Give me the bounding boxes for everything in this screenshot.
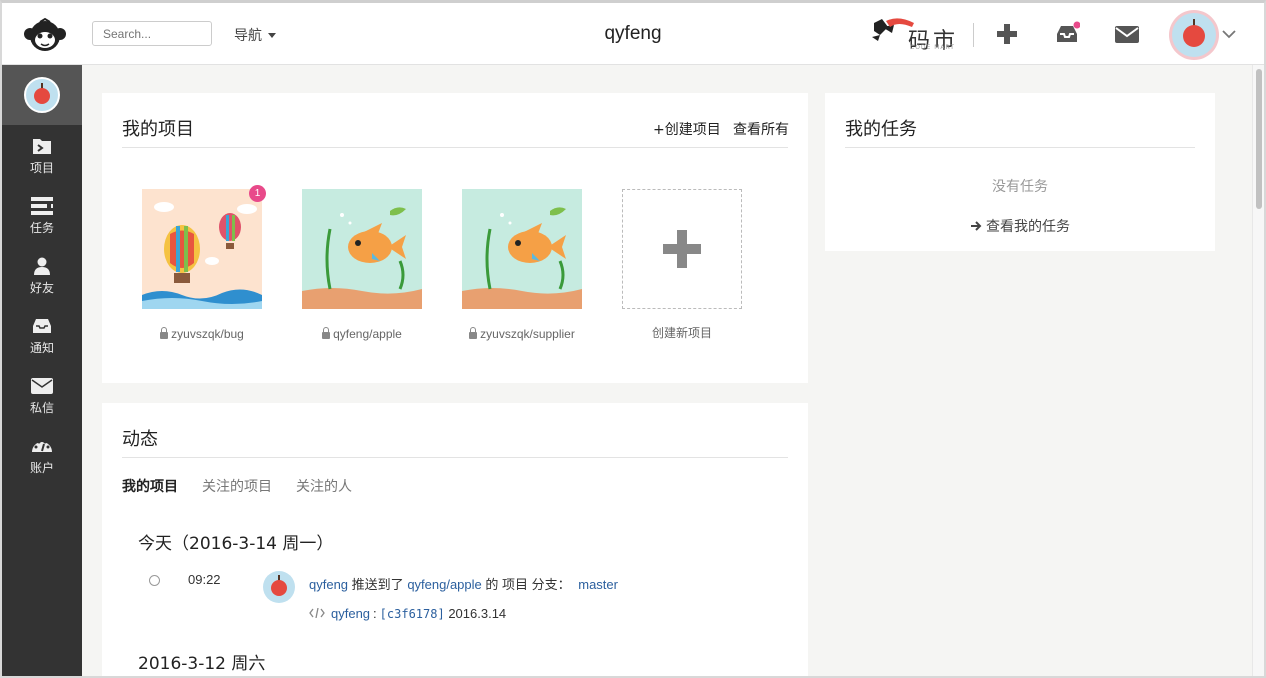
task-icon <box>31 197 53 215</box>
project-name[interactable]: zyuvszqk/supplier <box>442 327 602 341</box>
activity-date-heading: 2016-3-12 周六 <box>138 654 266 674</box>
sidebar-item-tasks[interactable]: 任务 <box>2 197 82 255</box>
sidebar-item-label: 好友 <box>29 281 54 295</box>
nav-dropdown-label: 导航 <box>234 28 262 44</box>
my-tasks-panel: 我的任务 没有任务 查看我的任务 <box>825 93 1215 251</box>
mail-icon[interactable] <box>1114 21 1140 47</box>
sidebar: 项目 任务 好友 通知 私信 账户 <box>2 65 82 676</box>
activity-panel: 动态 我的项目 关注的项目 关注的人 今天（2016-3-14 周一） 09:2… <box>102 403 808 676</box>
brand-subtitle: CODE MART <box>910 44 955 51</box>
sidebar-avatar[interactable] <box>24 77 60 113</box>
divider <box>122 147 788 148</box>
sidebar-item-messages[interactable]: 私信 <box>2 377 82 435</box>
page-scrollbar[interactable] <box>1252 65 1264 676</box>
divider <box>122 457 788 458</box>
activity-time: 09:22 <box>188 572 221 587</box>
project-name[interactable]: zyuvszqk/bug <box>122 327 282 341</box>
sidebar-item-notifications[interactable]: 通知 <box>2 317 82 375</box>
commit-hash-link[interactable]: [c3f6178] <box>380 607 445 621</box>
view-my-tasks-link[interactable]: 查看我的任务 <box>825 216 1215 236</box>
view-all-link[interactable]: 查看所有 <box>733 119 789 139</box>
code-icon <box>309 607 325 619</box>
project-name[interactable]: qyfeng/apple <box>282 327 442 341</box>
user-link[interactable]: qyfeng <box>309 577 348 592</box>
lock-icon <box>160 327 169 339</box>
project-tile-apple[interactable] <box>302 189 422 309</box>
tab-my-projects[interactable]: 我的项目 <box>122 476 178 496</box>
create-new-project-label[interactable]: 创建新项目 <box>602 324 762 341</box>
my-projects-panel: 我的项目 +创建项目 查看所有 1 zyuvszqk/bug qyfeng/ap… <box>102 93 808 383</box>
activity-description: qyfeng 推送到了 qyfeng/apple 的 项目 分支： master <box>309 577 618 592</box>
caret-down-icon <box>268 33 276 38</box>
create-project-link[interactable]: +创建项目 <box>653 119 721 139</box>
plus-icon <box>663 230 701 268</box>
tab-followed-people[interactable]: 关注的人 <box>296 476 352 496</box>
scrollbar-thumb[interactable] <box>1256 69 1262 209</box>
projects-title: 我的项目 <box>122 119 194 140</box>
arrow-right-icon <box>971 221 982 231</box>
sidebar-item-projects[interactable]: 项目 <box>2 137 82 195</box>
fish-image <box>302 189 422 309</box>
tasks-title: 我的任务 <box>845 119 917 140</box>
sidebar-item-label: 项目 <box>29 161 54 175</box>
divider <box>973 23 974 47</box>
commit-line: qyfeng: [c3f6178] 2016.3.14 <box>309 606 506 621</box>
project-tile-supplier[interactable] <box>462 189 582 309</box>
sidebar-item-friends[interactable]: 好友 <box>2 257 82 315</box>
app-window: 导航 qyfeng 码市 CODE MART <box>0 0 1266 678</box>
top-bar: 导航 qyfeng 码市 CODE MART <box>2 3 1264 65</box>
commit-date: 2016.3.14 <box>448 606 507 621</box>
project-tile-bug[interactable]: 1 <box>142 185 266 309</box>
empty-tasks-text: 没有任务 <box>992 179 1048 195</box>
project-icon <box>33 139 51 154</box>
notification-badge: 1 <box>249 185 266 202</box>
sidebar-item-label: 任务 <box>29 221 54 235</box>
monkey-logo-icon[interactable] <box>22 14 68 54</box>
search-input[interactable] <box>92 21 212 46</box>
commit-user-link[interactable]: qyfeng <box>331 606 370 621</box>
user-avatar[interactable] <box>1172 13 1216 57</box>
timeline-dot <box>149 575 160 586</box>
sidebar-item-label: 私信 <box>29 401 54 415</box>
mail-icon <box>31 378 53 394</box>
balloon-image <box>142 189 262 309</box>
dashboard-icon <box>32 440 52 452</box>
inbox-icon[interactable] <box>1054 21 1080 47</box>
inbox-icon <box>33 319 51 333</box>
sidebar-item-label: 账户 <box>29 461 54 475</box>
branch-link[interactable]: master <box>578 577 618 592</box>
fish-image <box>462 189 582 309</box>
codemart-brand-logo[interactable]: 码市 CODE MART <box>868 13 964 54</box>
divider <box>845 147 1195 148</box>
plus-icon[interactable] <box>994 21 1020 47</box>
repo-link[interactable]: qyfeng/apple <box>407 577 481 592</box>
lock-icon <box>469 327 478 339</box>
chevron-down-icon[interactable] <box>1222 29 1236 39</box>
lock-icon <box>322 327 331 339</box>
friend-icon <box>34 257 50 275</box>
activity-title: 动态 <box>122 429 158 450</box>
sidebar-item-account[interactable]: 账户 <box>2 437 82 495</box>
activity-date-heading: 今天（2016-3-14 周一） <box>138 534 334 554</box>
create-new-project-tile[interactable] <box>622 189 742 309</box>
sidebar-item-label: 通知 <box>29 341 54 355</box>
nav-dropdown[interactable]: 导航 <box>234 25 276 45</box>
tab-followed-projects[interactable]: 关注的项目 <box>202 476 272 496</box>
activity-avatar[interactable] <box>263 571 295 603</box>
